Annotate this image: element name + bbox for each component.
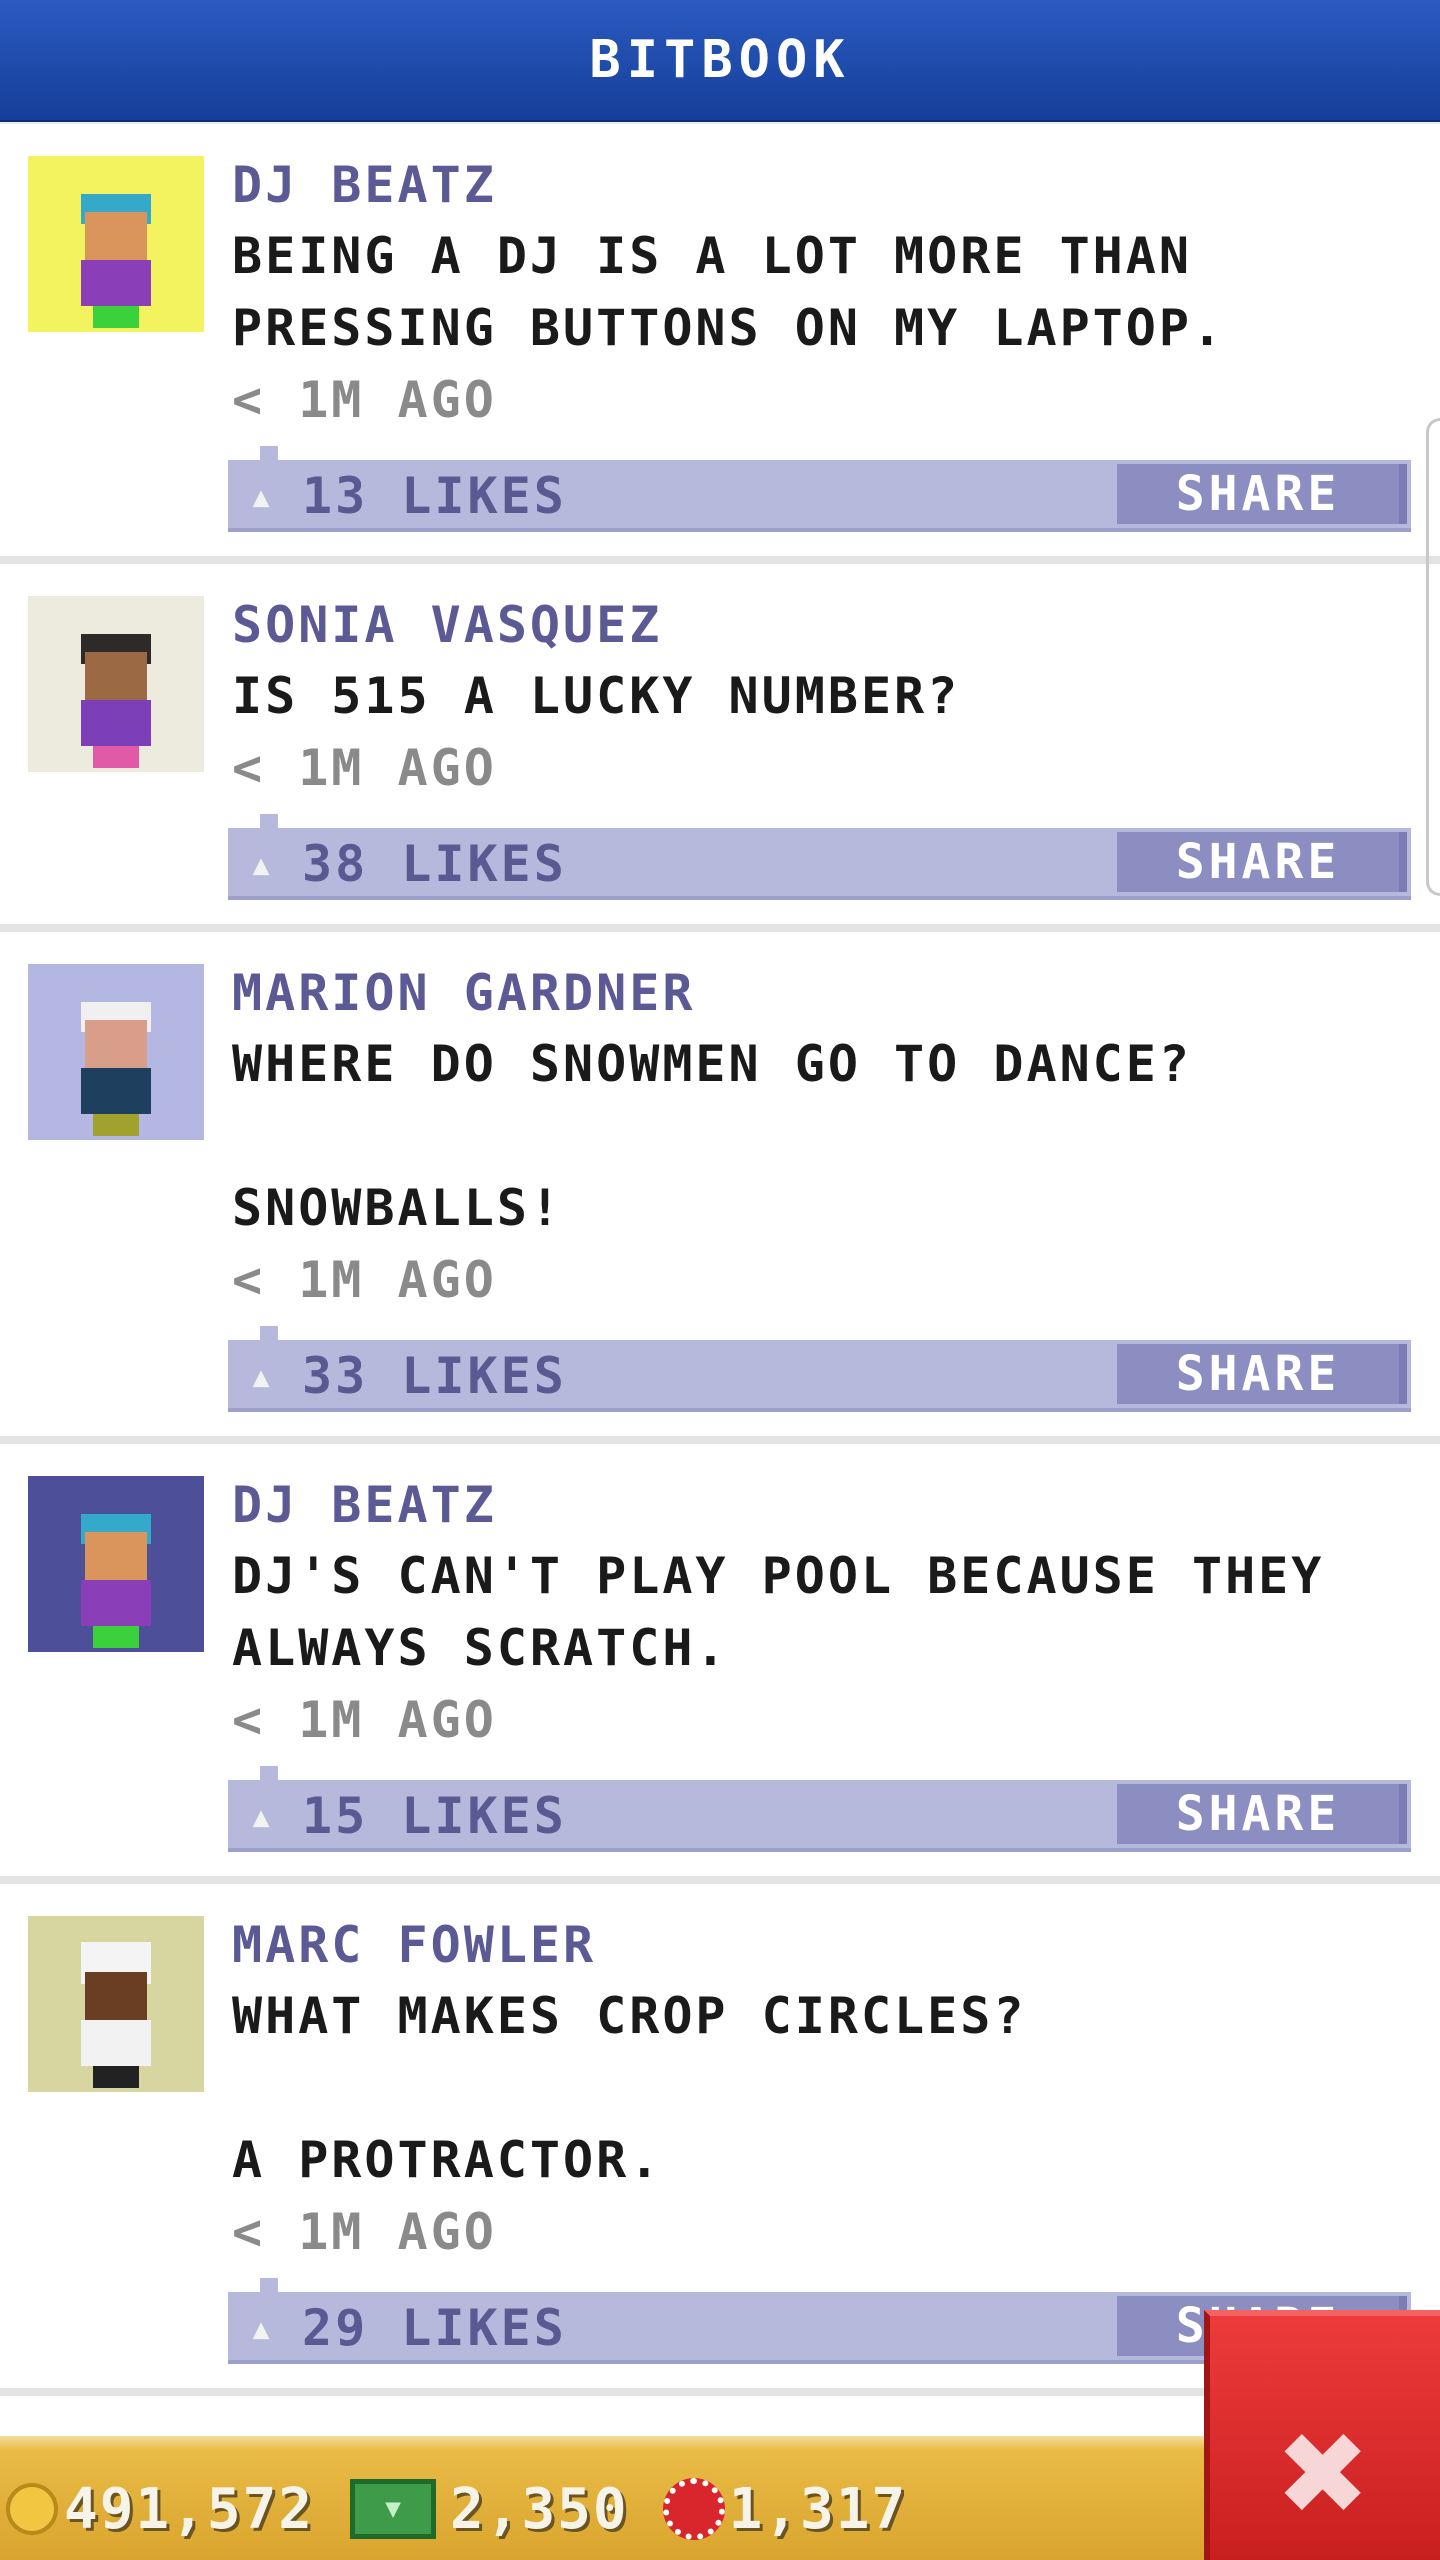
post-time: < 1M AGO [232,739,497,797]
post: DJ BEATZ DJ'S CAN'T PLAY POOL BECAUSE TH… [0,1444,1440,1884]
share-button[interactable]: SHARE [1117,1784,1407,1844]
like-bar: ▲ 15 LIKES SHARE [228,1766,1411,1852]
chip-icon [662,2478,725,2540]
post: DJ BEATZ BEING A DJ IS A LOT MORE THAN P… [0,124,1440,564]
share-button[interactable]: SHARE [1117,464,1407,524]
elder-avatar-icon[interactable] [28,964,204,1140]
dj-avatar-icon[interactable] [28,156,204,332]
post-message: BEING A DJ IS A LOT MORE THAN PRESSING B… [232,227,1226,357]
share-button[interactable]: SHARE [1117,1344,1407,1404]
chips-stat: 1,317 [635,2436,908,2560]
like-bar: ▲ 38 LIKES SHARE [228,814,1411,900]
thumbs-up-icon[interactable]: ▲ [244,848,278,881]
dj-avatar-icon[interactable] [28,1476,204,1652]
like-bar: ▲ 33 LIKES SHARE [228,1326,1411,1412]
bux-count: 2,350 [450,2476,629,2542]
post-time: < 1M AGO [232,1691,497,1749]
post-author[interactable]: DJ BEATZ [232,150,1408,220]
like-bar: ▲ 13 LIKES SHARE [228,446,1411,532]
likes-count[interactable]: 29 LIKES [302,2292,567,2364]
post-message: WHAT MAKES CROP CIRCLES? A PROTRACTOR. [232,1987,1027,2189]
post-author[interactable]: MARION GARDNER [232,958,1408,1028]
post-time: < 1M AGO [232,1251,497,1309]
chips-count: 1,317 [728,2476,908,2542]
coins-count: 491,572 [64,2476,315,2542]
likes-count[interactable]: 38 LIKES [302,828,567,900]
post-message: WHERE DO SNOWMEN GO TO DANCE? SNOWBALLS! [232,1035,1192,1237]
post-time: < 1M AGO [232,371,497,429]
likes-count[interactable]: 15 LIKES [302,1780,567,1852]
likes-count[interactable]: 13 LIKES [302,460,567,532]
chef-avatar-icon[interactable] [28,1916,204,2092]
thumbs-up-icon[interactable]: ▲ [244,480,278,513]
app-header: BITBOOK [0,0,1440,122]
scroll-indicator[interactable] [1426,418,1440,896]
likes-count[interactable]: 33 LIKES [302,1340,567,1412]
coin-icon [6,2483,58,2535]
post-author[interactable]: SONIA VASQUEZ [232,590,1408,660]
thumbs-up-icon[interactable]: ▲ [244,1800,278,1833]
close-button[interactable]: ✖ [1204,2310,1440,2560]
post-message: DJ'S CAN'T PLAY POOL BECAUSE THEY ALWAYS… [232,1547,1325,1677]
coins-stat: 491,572 [6,2436,314,2560]
close-icon: ✖ [1279,2386,1371,2560]
post-author[interactable]: DJ BEATZ [232,1470,1408,1540]
post-author[interactable]: MARC FOWLER [232,1910,1408,1980]
thumbs-up-icon[interactable]: ▲ [244,1360,278,1393]
app-title: BITBOOK [589,30,851,90]
thumbs-up-icon[interactable]: ▲ [244,2312,278,2345]
cash-icon: ▼ [350,2479,437,2539]
post: SONIA VASQUEZ IS 515 A LUCKY NUMBER? < 1… [0,564,1440,932]
post-time: < 1M AGO [232,2203,497,2261]
bux-stat: ▼ 2,350 [320,2436,629,2560]
post: MARION GARDNER WHERE DO SNOWMEN GO TO DA… [0,932,1440,1444]
post-message: IS 515 A LUCKY NUMBER? [232,667,961,725]
woman-avatar-icon[interactable] [28,596,204,772]
share-button[interactable]: SHARE [1117,832,1407,892]
